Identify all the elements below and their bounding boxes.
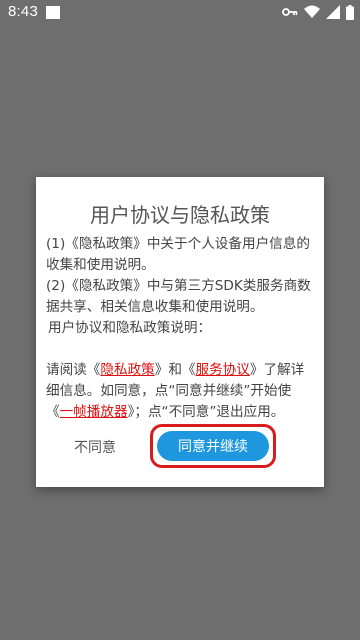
notice-mid-1: 》和《 [154,362,196,378]
privacy-policy-link[interactable]: 隐私政策 [100,362,154,378]
agree-button-highlight: 同意并继续 [150,424,276,468]
battery-icon [346,4,354,20]
service-agreement-link[interactable]: 服务协议 [196,362,250,378]
policy-item-2: (2)《隐私政策》中与第三方SDK类服务商数据共享、相关信息收集和使用说明。 [46,278,311,315]
dialog-title: 用户协议与隐私政策 [90,203,270,227]
disagree-button[interactable]: 不同意 [74,437,116,457]
app-name-link[interactable]: 一帧播放器 [60,404,128,420]
policy-summary-label: 用户协议和隐私政策说明： [48,320,212,336]
status-icons [282,4,354,20]
notice-prefix: 请阅读《 [46,362,101,378]
screen: 8:43 用户协议与隐私政策 (1)《隐私政策》中关于个人设备用户信息的收集和使… [0,0,360,640]
notice-paragraph: 请阅读《隐私政策》和《服务协议》了解详细信息。如同意，点“同意并继续”开始使《一… [46,360,316,423]
dialog-body: (1)《隐私政策》中关于个人设备用户信息的收集和使用说明。 (2)《隐私政策》中… [46,234,316,423]
key-icon [282,7,298,17]
status-bar: 8:43 [0,0,360,24]
notice-suffix: 》；点“不同意”退出应用。 [127,404,285,420]
policy-item-1: (1)《隐私政策》中关于个人设备用户信息的收集和使用说明。 [46,236,310,273]
privacy-dialog: 用户协议与隐私政策 (1)《隐私政策》中关于个人设备用户信息的收集和使用说明。 … [36,177,324,487]
notification-square-icon [46,6,60,19]
dialog-actions: 不同意 同意并继续 [36,424,324,468]
status-time: 8:43 [8,3,38,20]
agree-continue-button[interactable]: 同意并继续 [157,431,269,461]
signal-icon [326,5,340,19]
wifi-icon [304,5,320,19]
